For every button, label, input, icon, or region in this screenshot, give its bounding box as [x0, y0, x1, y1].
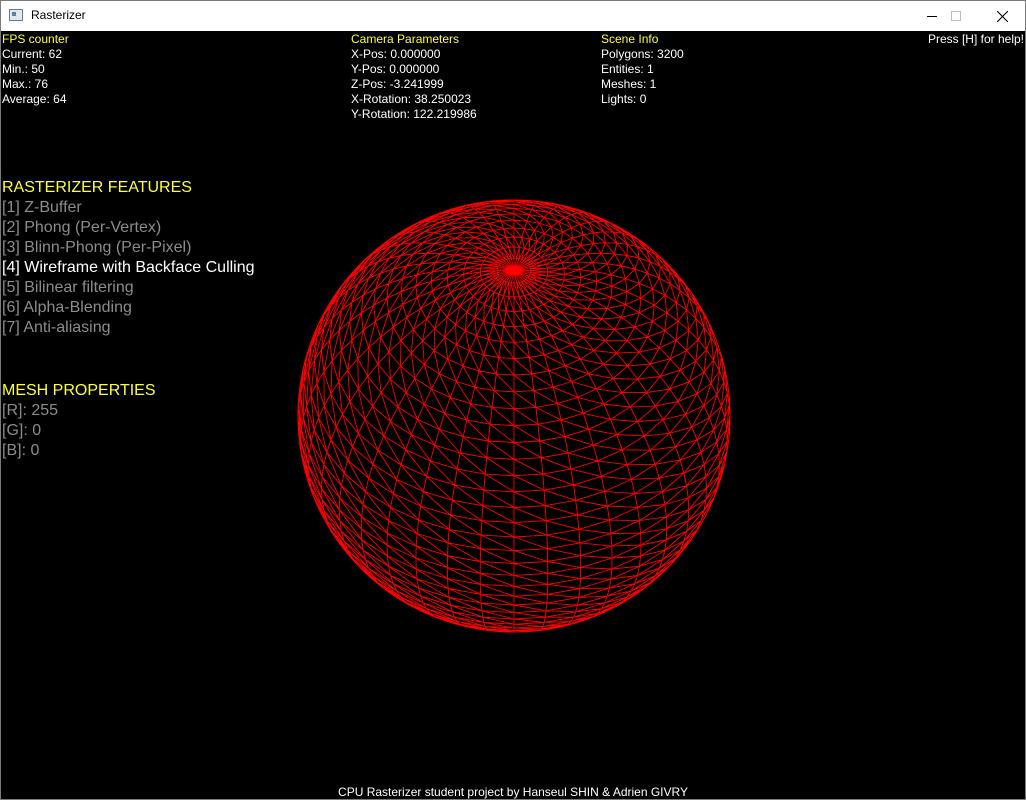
title-bar[interactable]: Rasterizer	[1, 1, 1025, 31]
feature-alpha-blending[interactable]: [6] Alpha-Blending	[2, 298, 255, 318]
rasterizer-window: Rasterizer FPS counter Current: 62 Min.:…	[0, 0, 1026, 800]
mesh-color-b[interactable]: [B]: 0	[2, 441, 156, 461]
render-viewport[interactable]: FPS counter Current: 62 Min.: 50 Max.: 7…	[1, 31, 1025, 799]
fps-counter-panel: FPS counter Current: 62 Min.: 50 Max.: 7…	[2, 32, 69, 107]
maximize-button[interactable]	[933, 1, 979, 31]
credits-footer: CPU Rasterizer student project by Hanseu…	[338, 785, 688, 799]
close-button[interactable]	[979, 1, 1025, 31]
mesh-properties-menu: MESH PROPERTIES [R]: 255 [G]: 0 [B]: 0	[2, 381, 156, 461]
scene-entities: Entities: 1	[601, 62, 654, 76]
fps-title: FPS counter	[2, 32, 69, 46]
camera-y-pos: Y-Pos: 0.000000	[351, 62, 440, 76]
camera-x-rotation: X-Rotation: 38.250023	[351, 92, 472, 106]
fps-min: Min.: 50	[2, 62, 45, 76]
scene-meshes: Meshes: 1	[601, 77, 657, 91]
mesh-color-g[interactable]: [G]: 0	[2, 421, 156, 441]
camera-x-pos: X-Pos: 0.000000	[351, 47, 441, 61]
help-hint: Press [H] for help!	[927, 32, 1024, 46]
scene-polygons: Polygons: 3200	[601, 47, 684, 61]
fps-average: Average: 64	[2, 92, 67, 106]
close-icon	[996, 10, 1008, 22]
camera-y-rotation: Y-Rotation: 122.219986	[351, 107, 477, 121]
rasterizer-features-menu: RASTERIZER FEATURES [1] Z-Buffer [2] Pho…	[2, 178, 255, 338]
fps-current: Current: 62	[2, 47, 63, 61]
camera-parameters-panel: Camera Parameters X-Pos: 0.000000 Y-Pos:…	[351, 32, 477, 122]
feature-blinn-phong[interactable]: [3] Blinn-Phong (Per-Pixel)	[2, 238, 255, 258]
window-title: Rasterizer	[31, 8, 86, 22]
feature-bilinear-filtering[interactable]: [5] Bilinear filtering	[2, 278, 255, 298]
features-title: RASTERIZER FEATURES	[2, 179, 192, 196]
sphere-wireframe-edges	[297, 199, 731, 633]
feature-wireframe[interactable]: [4] Wireframe with Backface Culling	[2, 258, 255, 278]
camera-title: Camera Parameters	[351, 32, 460, 46]
scene-title: Scene Info	[601, 32, 659, 46]
mesh-color-r[interactable]: [R]: 255	[2, 401, 156, 421]
window-app-icon	[9, 9, 23, 21]
camera-z-pos: Z-Pos: -3.241999	[351, 77, 444, 91]
scene-info-panel: Scene Info Polygons: 3200 Entities: 1 Me…	[601, 32, 684, 107]
scene-lights: Lights: 0	[601, 92, 647, 106]
feature-z-buffer[interactable]: [1] Z-Buffer	[2, 198, 255, 218]
maximize-icon	[951, 11, 961, 21]
mesh-title: MESH PROPERTIES	[2, 382, 156, 399]
feature-anti-aliasing[interactable]: [7] Anti-aliasing	[2, 318, 255, 338]
fps-max: Max.: 76	[2, 77, 49, 91]
feature-phong[interactable]: [2] Phong (Per-Vertex)	[2, 218, 255, 238]
